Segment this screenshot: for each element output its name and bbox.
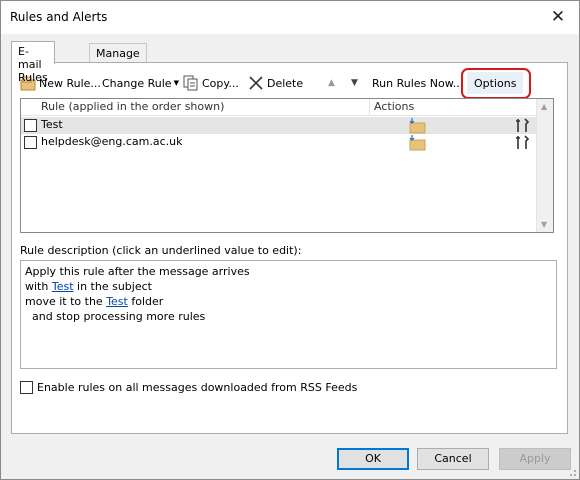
move-down-icon: ▼ [351, 78, 358, 88]
rule-name: Test [41, 118, 63, 131]
chevron-down-icon: ▼ [173, 79, 179, 87]
rule-settings-wrench-icon[interactable] [514, 134, 530, 151]
copy-button[interactable]: Copy... [183, 72, 239, 94]
options-highlight-annotation [461, 68, 531, 99]
rule-description-box: Apply this rule after the message arrive… [20, 260, 557, 369]
delete-button[interactable]: Delete [248, 72, 303, 94]
change-rule-button[interactable]: Change Rule ▼ [102, 72, 179, 94]
move-up-icon: ▲ [328, 78, 335, 88]
rules-list-scrollbar[interactable]: ▲ ▼ [536, 99, 553, 232]
copy-icon [183, 75, 199, 91]
scroll-down-icon[interactable]: ▼ [541, 220, 547, 229]
resize-grip-icon[interactable] [567, 467, 577, 477]
description-text: with [25, 280, 52, 293]
window-title: Rules and Alerts [10, 10, 108, 24]
apply-button[interactable]: Apply [499, 448, 571, 470]
rule-row-test[interactable]: Test [21, 117, 537, 134]
rule-enabled-checkbox[interactable] [24, 119, 37, 132]
column-header-rule[interactable]: Rule (applied in the order shown) [37, 99, 370, 116]
delete-label: Delete [267, 76, 304, 90]
title-bar: Rules and Alerts ✕ [1, 1, 579, 34]
description-line: and stop processing more rules [25, 310, 206, 323]
new-rule-label: New Rule... [39, 76, 101, 90]
description-line: with Test in the subject [25, 279, 556, 294]
change-rule-label: Change Rule [102, 76, 172, 90]
ok-button[interactable]: OK [337, 448, 409, 470]
subject-text-link[interactable]: Test [52, 280, 74, 293]
copy-label: Copy... [202, 76, 239, 90]
description-line: Apply this rule after the message arrive… [25, 265, 250, 278]
description-text: move it to the [25, 295, 107, 308]
rule-enabled-checkbox[interactable] [24, 136, 37, 149]
description-text: folder [127, 295, 164, 308]
dialog-button-bar: OK Cancel Apply [1, 441, 579, 479]
move-to-folder-icon [408, 117, 426, 134]
tab-manage-alerts[interactable]: Manage Alerts [89, 43, 147, 73]
description-line: move it to the Test folder [25, 294, 556, 309]
rule-description-label: Rule description (click an underlined va… [20, 244, 302, 257]
rules-toolbar: New Rule... Change Rule ▼ Copy... Delete… [20, 68, 560, 99]
tab-email-rules[interactable]: E-mail Rules [11, 41, 55, 84]
run-rules-now-button[interactable]: Run Rules Now... [372, 72, 463, 94]
close-icon[interactable]: ✕ [545, 5, 571, 29]
rule-settings-wrench-icon[interactable] [514, 117, 530, 134]
rss-rules-option[interactable]: Enable rules on all messages downloaded … [20, 381, 357, 394]
rule-row-helpdesk[interactable]: helpdesk@eng.cam.ac.uk [21, 134, 537, 151]
move-down-button[interactable]: ▼ [351, 72, 358, 94]
rule-name: helpdesk@eng.cam.ac.uk [41, 135, 183, 148]
rss-rules-checkbox[interactable] [20, 381, 33, 394]
rules-list-header: Rule (applied in the order shown) Action… [21, 99, 537, 116]
target-folder-link[interactable]: Test [106, 295, 128, 308]
email-rules-panel: New Rule... Change Rule ▼ Copy... Delete… [11, 62, 568, 434]
delete-x-icon [248, 75, 264, 91]
move-up-button[interactable]: ▲ [328, 72, 335, 94]
rules-list[interactable]: Rule (applied in the order shown) Action… [20, 98, 554, 233]
run-rules-now-label: Run Rules Now... [372, 76, 464, 90]
cancel-button[interactable]: Cancel [417, 448, 489, 470]
column-header-actions[interactable]: Actions [370, 99, 537, 116]
move-to-folder-icon [408, 134, 426, 151]
rss-rules-label: Enable rules on all messages downloaded … [37, 381, 358, 394]
rules-and-alerts-dialog: Rules and Alerts ✕ E-mail Rules Manage A… [0, 0, 580, 480]
description-text: in the subject [73, 280, 152, 293]
scroll-up-icon[interactable]: ▲ [541, 102, 547, 111]
